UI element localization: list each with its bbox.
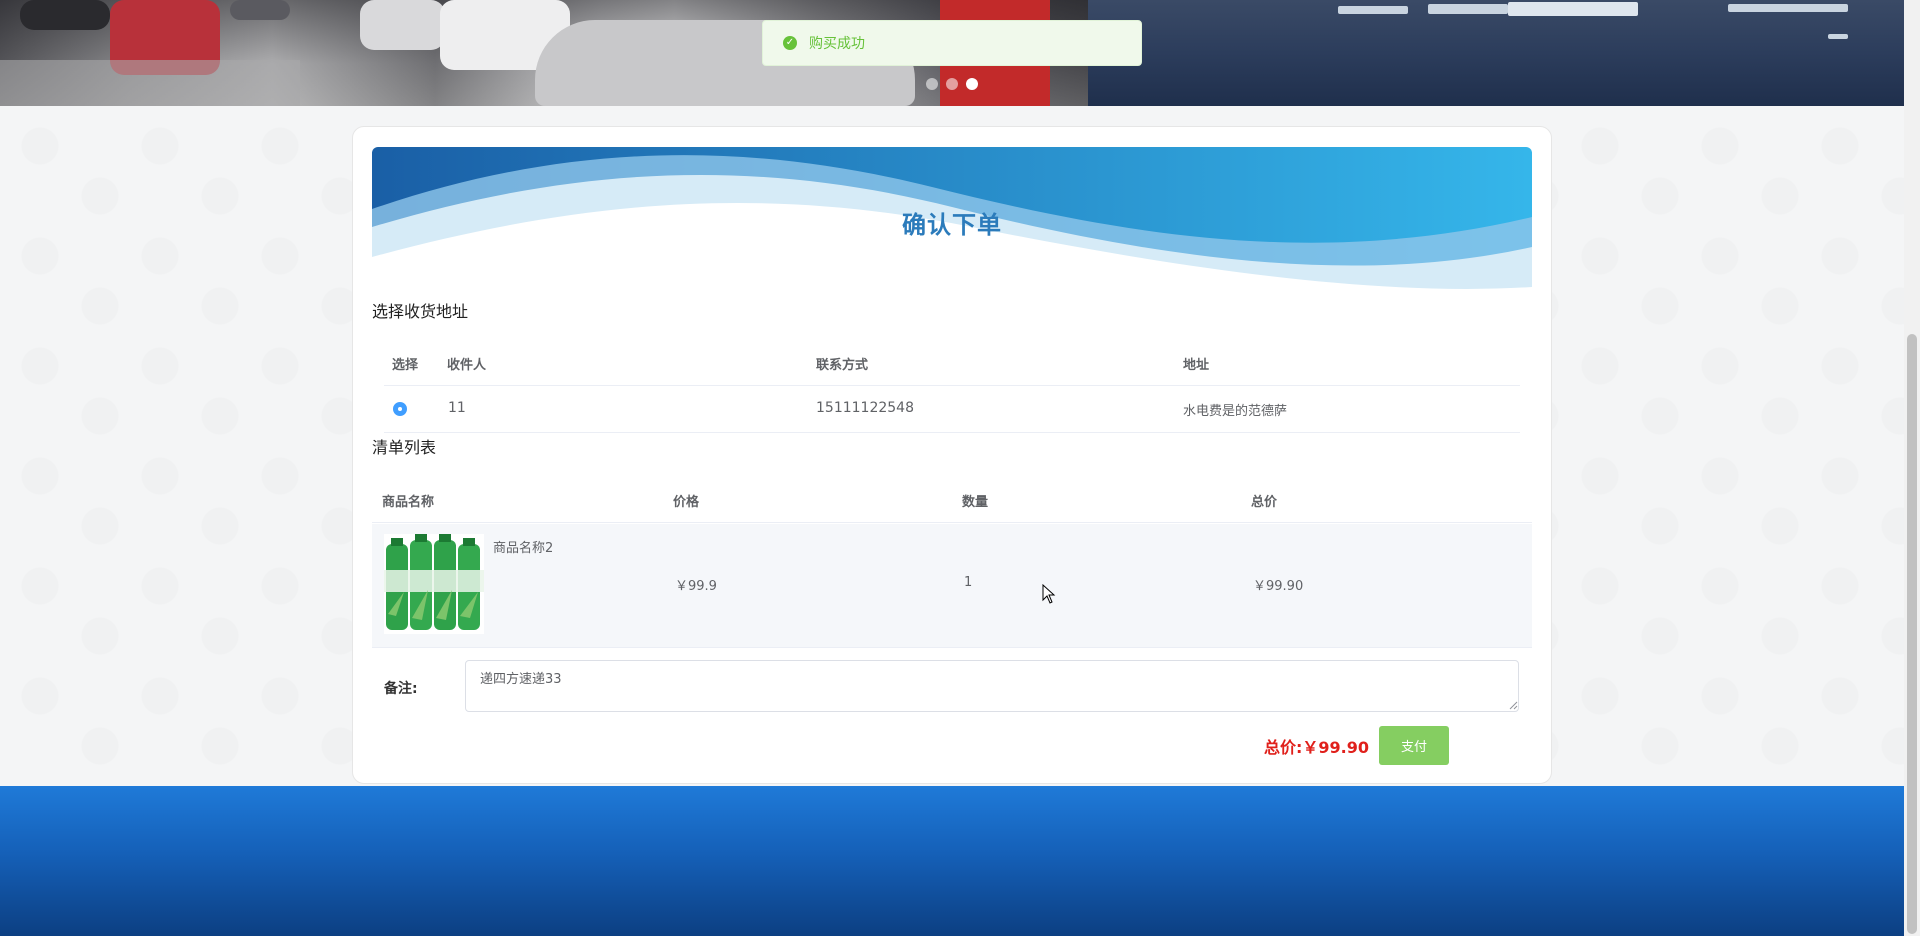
page-scrollbar-thumb[interactable] — [1907, 334, 1917, 934]
address-header-address: 地址 — [1183, 358, 1210, 373]
remark-textarea[interactable]: 递四方速递33 — [465, 660, 1519, 712]
address-row-divider — [384, 432, 1520, 433]
address-section-title: 选择收货地址 — [372, 302, 469, 321]
address-header-recipient: 收件人 — [447, 358, 487, 373]
toast-message: 购买成功 — [809, 36, 865, 52]
product-price: ￥99.9 — [675, 579, 717, 594]
product-total: ￥99.90 — [1253, 579, 1304, 594]
carousel-dot-1[interactable] — [926, 78, 938, 90]
carousel-dot-3[interactable] — [966, 78, 978, 90]
goods-header-total: 总价 — [1251, 495, 1278, 510]
resize-grip-icon[interactable] — [1508, 700, 1518, 710]
goods-header-name: 商品名称 — [382, 495, 435, 510]
address-text: 水电费是的范德萨 — [1183, 404, 1288, 419]
goods-header-divider — [372, 522, 1532, 523]
address-header-select: 选择 — [392, 358, 419, 373]
goods-header-quantity: 数量 — [962, 495, 989, 510]
product-quantity: 1 — [964, 575, 973, 590]
address-radio[interactable] — [393, 402, 407, 416]
check-circle-icon: ✓ — [783, 36, 797, 50]
order-total: 总价:￥99.90 — [1264, 738, 1370, 757]
pay-button[interactable]: 支付 — [1379, 726, 1449, 765]
goods-section-title: 清单列表 — [372, 438, 437, 457]
carousel-indicators — [926, 78, 978, 90]
page-header-banner: 确认下单 — [372, 147, 1532, 295]
remark-label: 备注: — [384, 681, 418, 697]
goods-header-price: 价格 — [673, 495, 700, 510]
product-name: 商品名称2 — [493, 541, 554, 556]
address-contact: 15111122548 — [816, 400, 914, 416]
site-footer — [0, 786, 1904, 936]
address-recipient: 11 — [448, 400, 466, 416]
carousel-slide-harbor — [1088, 0, 1904, 106]
address-header-divider — [384, 385, 1520, 386]
success-toast: ✓ 购买成功 — [762, 20, 1142, 66]
address-header-contact: 联系方式 — [816, 358, 869, 373]
page-title: 确认下单 — [902, 211, 1002, 239]
goods-row-divider — [372, 647, 1532, 648]
product-image — [384, 534, 484, 634]
carousel-dot-2[interactable] — [946, 78, 958, 90]
mouse-pointer-icon — [1042, 584, 1056, 604]
